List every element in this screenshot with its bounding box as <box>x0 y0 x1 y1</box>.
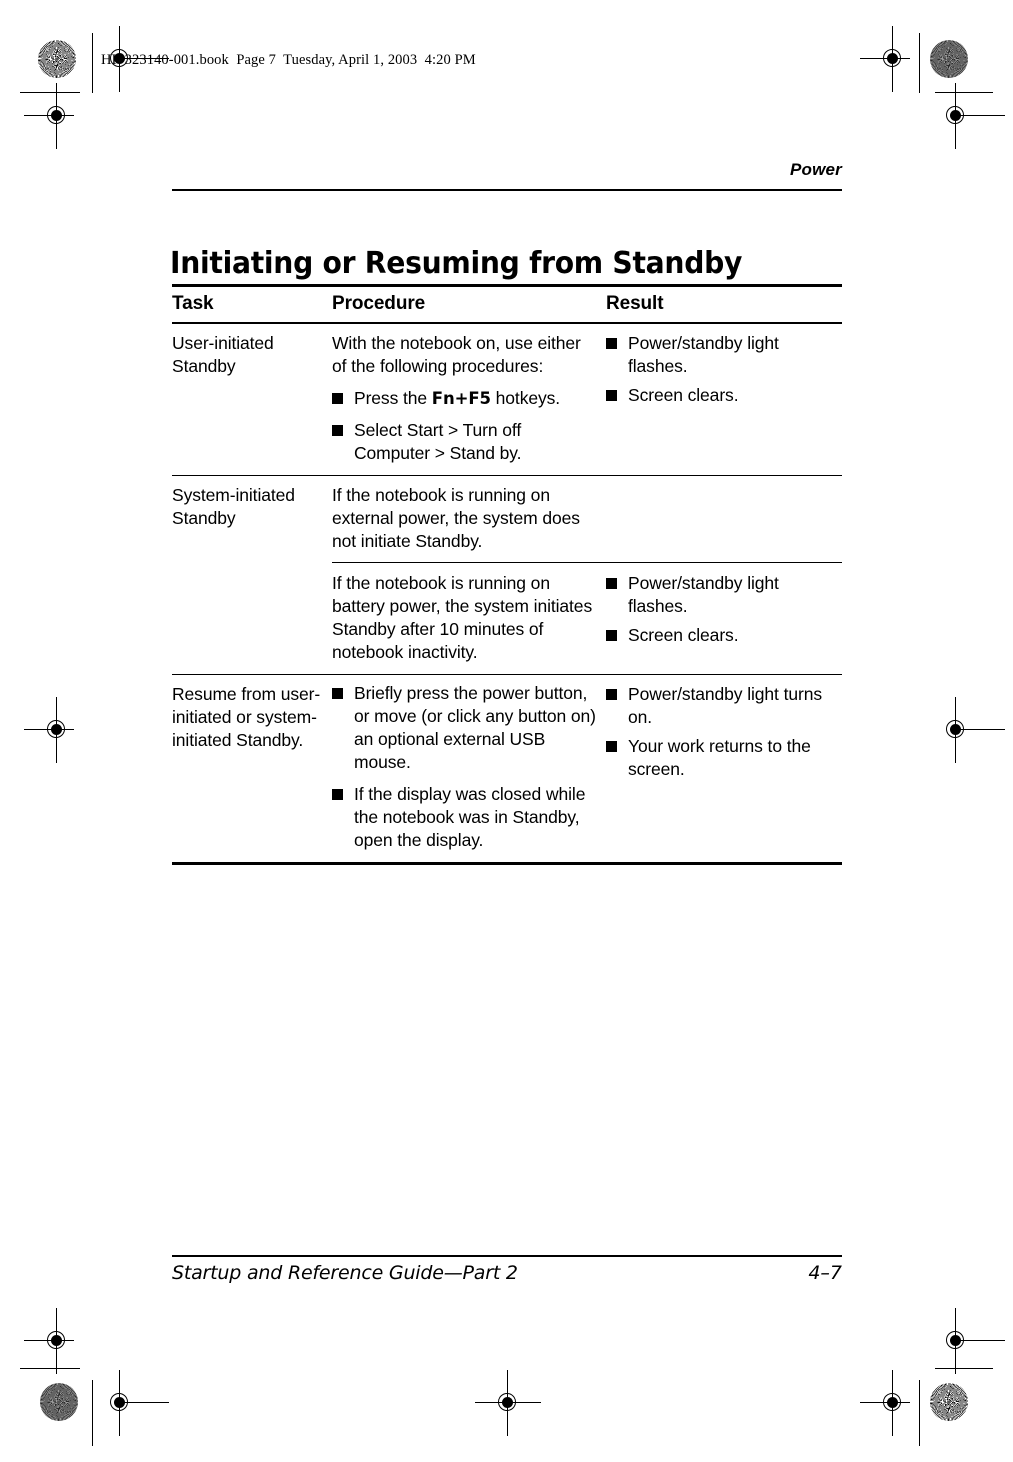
cell-result: Power/standby light turns on. Your work … <box>606 683 842 781</box>
list-item: Your work returns to the screen. <box>606 735 842 781</box>
page-title: Initiating or Resuming from Standby <box>170 246 743 282</box>
task-text: System-initiated Standby <box>172 485 295 528</box>
cell-procedure: If the notebook is running on battery po… <box>332 572 606 664</box>
cell-result: Power/standby light flashes. Screen clea… <box>606 332 842 407</box>
cell-task: System-initiated Standby <box>172 484 332 530</box>
bullet-text: Briefly press the power button, or move … <box>354 683 596 772</box>
table-row: User-initiated Standby With the notebook… <box>172 324 842 475</box>
square-bullet-icon <box>606 741 617 752</box>
table-row: System-initiated Standby If the notebook… <box>172 476 842 674</box>
procedure-intro: If the notebook is running on battery po… <box>332 573 593 662</box>
square-bullet-icon <box>606 390 617 401</box>
square-bullet-icon <box>606 689 617 700</box>
cell-task: User-initiated Standby <box>172 332 332 378</box>
procedure-bullet-list: Press the Fn+F5 hotkeys. Select Start > … <box>332 387 596 465</box>
procedure-intro: If the notebook is running on external p… <box>332 485 580 551</box>
list-item: Power/standby light turns on. <box>606 683 842 729</box>
column-header-task: Task <box>172 293 214 314</box>
bullet-text: Select Start > Turn off Computer > Stand… <box>354 420 522 463</box>
square-bullet-icon <box>606 338 617 349</box>
bullet-text: Screen clears. <box>628 625 739 645</box>
result-bullet-list: Power/standby light turns on. Your work … <box>606 683 842 781</box>
task-text: Resume from user-initiated or system-ini… <box>172 684 321 750</box>
square-bullet-icon <box>606 630 617 641</box>
list-item: If the display was closed while the note… <box>332 783 596 852</box>
task-text: User-initiated Standby <box>172 333 274 376</box>
cell-result: Power/standby light flashes. Screen clea… <box>606 572 842 664</box>
table-bottom-rule <box>172 862 842 865</box>
bullet-text: Screen clears. <box>628 385 739 405</box>
bullet-text: Power/standby light flashes. <box>628 333 779 376</box>
result-bullet-list: Power/standby light flashes. Screen clea… <box>606 332 842 407</box>
list-item: Power/standby light flashes. <box>606 572 842 618</box>
square-bullet-icon <box>332 789 343 800</box>
list-item: Press the Fn+F5 hotkeys. <box>332 387 596 410</box>
list-item: Screen clears. <box>606 624 842 647</box>
list-item: Briefly press the power button, or move … <box>332 682 596 774</box>
document-page: Power Initiating or Resuming from Standb… <box>0 0 1013 1462</box>
column-header-result: Result <box>606 293 664 314</box>
bullet-text: Press the Fn+F5 hotkeys. <box>354 388 561 408</box>
cell-procedure: With the notebook on, use either of the … <box>332 332 606 465</box>
procedure-intro: With the notebook on, use either of the … <box>332 333 581 376</box>
procedure-bullet-list: Briefly press the power button, or move … <box>332 682 596 852</box>
square-bullet-icon <box>332 393 343 404</box>
list-item: Select Start > Turn off Computer > Stand… <box>332 419 596 465</box>
table-header-row: Task Procedure Result <box>172 287 842 322</box>
list-item: Screen clears. <box>606 384 842 407</box>
running-header: Power <box>789 160 842 179</box>
bullet-text: If the display was closed while the note… <box>354 784 586 850</box>
table-row: Resume from user-initiated or system-ini… <box>172 675 842 862</box>
cell-task: Resume from user-initiated or system-ini… <box>172 683 332 752</box>
footer-page-number: 4–7 <box>808 1262 842 1284</box>
cell-procedure: Briefly press the power button, or move … <box>332 683 606 852</box>
footer-rule <box>172 1255 842 1257</box>
header-rule <box>172 189 842 191</box>
square-bullet-icon <box>332 425 343 436</box>
standby-procedures-table: Task Procedure Result User-initiated Sta… <box>172 284 842 865</box>
cell-result <box>606 484 842 553</box>
cell-procedure: If the notebook is running on external p… <box>332 484 606 553</box>
square-bullet-icon <box>606 578 617 589</box>
square-bullet-icon <box>332 688 343 699</box>
column-header-procedure: Procedure <box>332 293 426 314</box>
result-bullet-list: Power/standby light flashes. Screen clea… <box>606 572 842 647</box>
list-item: Power/standby light flashes. <box>606 332 842 378</box>
bullet-text: Power/standby light flashes. <box>628 573 779 616</box>
bullet-text: Power/standby light turns on. <box>628 684 822 727</box>
bullet-text: Your work returns to the screen. <box>628 736 811 779</box>
